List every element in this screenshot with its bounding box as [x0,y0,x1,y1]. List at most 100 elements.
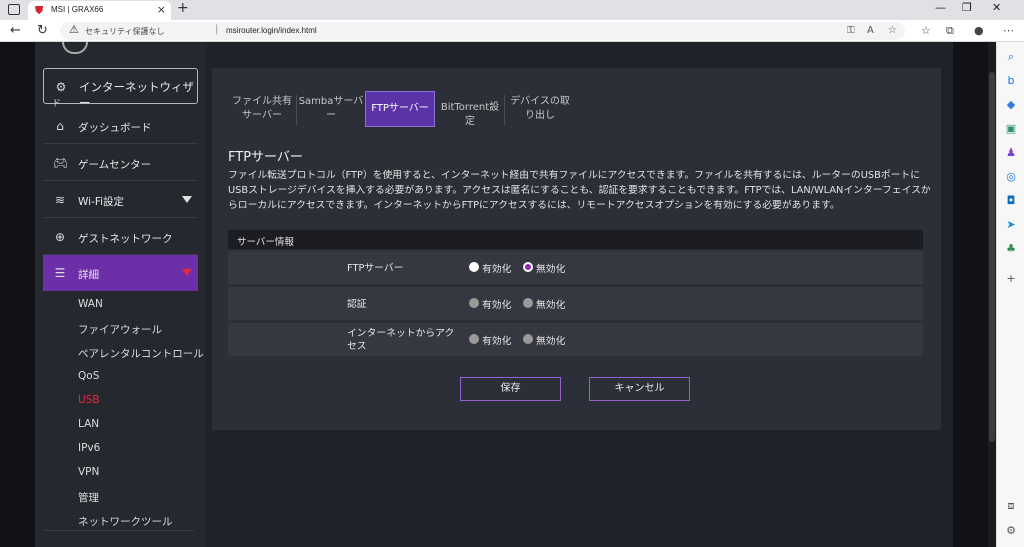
tab-label-line1: BitTorrent設定 [440,102,500,127]
sidebar-item-game-center[interactable]: 🎮︎ ゲームセンター [43,145,198,181]
address-bar[interactable]: ⚠ セキュリティ保護なし | msirouter.login/index.htm… [60,22,905,40]
tools-icon[interactable]: ▣ [1005,123,1017,135]
office-icon[interactable]: ◎ [1005,171,1017,183]
sidebar-toggle-icon[interactable]: ⧈ [1005,500,1017,512]
send-icon[interactable]: ➤ [1005,219,1017,231]
tab-samba-server[interactable]: Sambaサーバ ー [298,91,364,127]
chevron-down-icon[interactable] [182,269,192,276]
add-icon[interactable]: + [1005,273,1017,285]
setting-row-authentication: 認証 有効化 無効化 [228,287,923,320]
radio-enable[interactable] [469,334,479,344]
new-tab-icon[interactable]: + [177,0,189,16]
tab-label-line1: ファイル共有 [232,96,292,107]
radio-enable[interactable] [469,262,479,272]
chevron-down-icon[interactable] [182,196,192,203]
sub-item-vpn[interactable]: VPN [78,466,99,478]
sidebar-item-guest-network[interactable]: ⊕ ゲストネットワーク [43,219,198,255]
sidebar-item-wifi[interactable]: ≋ Wi-Fi設定 [43,182,198,218]
radio-disable-label[interactable]: 無効化 [536,261,565,275]
home-icon: ⌂ [56,119,64,133]
favorites-icon[interactable]: ☆ [921,24,931,37]
sub-item-firewall[interactable]: ファイアウォール [78,322,162,337]
tab-label-line2: サーバー [242,110,282,121]
tab-title: MSI | GRAX66 [51,5,104,14]
tab-file-sharing-server[interactable]: ファイル共有 サーバー [229,91,295,127]
games-icon[interactable]: ♟ [1005,147,1017,159]
more-menu-icon[interactable]: ⋯ [1003,24,1014,37]
sidebar-item-label: ダッシュボード [78,122,152,134]
sub-item-ipv6[interactable]: IPv6 [78,442,100,454]
sidebar-item-dashboard[interactable]: ⌂ ダッシュボード [43,108,198,144]
setting-row-internet-access: インターネットからアク セス 有効化 無効化 [228,323,923,356]
browser-tab[interactable]: ⛊ MSI | GRAX66 × [28,1,171,20]
cancel-button[interactable]: キャンセル [589,377,690,401]
tab-label-line1: FTPサーバー [371,103,429,114]
tab-label-line1: Sambaサーバ [298,96,364,107]
minimize-icon[interactable]: — [935,1,946,14]
setting-label-line2: セス [347,341,367,352]
key-icon[interactable]: ⚿ [847,25,855,36]
radio-enable[interactable] [469,298,479,308]
radio-enable-label[interactable]: 有効化 [482,261,511,275]
back-icon[interactable]: ← [10,23,21,38]
radio-disable-label[interactable]: 無効化 [536,333,565,347]
section-header: サーバー情報 [228,230,923,249]
sub-item-usb[interactable]: USB [78,394,100,406]
page-title: FTPサーバー [228,150,303,165]
sidebar-item-label: ゲームセンター [78,159,152,171]
tree-icon[interactable]: ♣ [1005,243,1017,255]
close-tab-icon[interactable]: × [157,3,166,16]
collections-icon[interactable]: ⧉ [946,24,954,38]
close-window-icon[interactable]: ✕ [992,1,1001,14]
tab-ftp-server[interactable]: FTPサーバー [365,91,435,127]
url-text[interactable]: msirouter.login/index.html [226,26,317,35]
security-label[interactable]: セキュリティ保護なし [85,26,165,37]
sidebar-item-label: ゲストネットワーク [78,233,173,245]
search-icon[interactable]: ⌕ [1005,51,1017,63]
sub-item-network-tools[interactable]: ネットワークツール [78,514,173,529]
sidebar-item-advanced[interactable]: ☰ 詳細 [43,255,198,291]
wifi-icon: ≋ [54,193,66,207]
save-button[interactable]: 保存 [460,377,561,401]
address-toolbar: ← ↻ ⚠ セキュリティ保護なし | msirouter.login/index… [0,20,1024,42]
maximize-icon[interactable]: ❐ [962,1,972,14]
outlook-icon[interactable]: ◘ [1005,195,1017,207]
radio-disable-label[interactable]: 無効化 [536,297,565,311]
bing-icon[interactable]: b [1005,75,1017,87]
sub-item-lan[interactable]: LAN [78,418,99,430]
radio-enable-label[interactable]: 有効化 [482,333,511,347]
globe-icon: ⊕ [54,230,66,244]
setting-label-line1: インターネットからアク [347,328,455,339]
radio-disable[interactable] [523,298,533,308]
sub-item-qos[interactable]: QoS [78,370,99,382]
sidebar-item-wizard[interactable]: ⚙ インターネットウィザー ド [43,68,198,110]
favorite-star-icon[interactable]: ☆ [888,25,897,36]
sub-item-wan[interactable]: WAN [78,298,103,310]
radio-enable-label[interactable]: 有効化 [482,297,511,311]
shopping-tag-icon[interactable]: ◆ [1005,99,1017,111]
browser-tab-strip: ⛊ MSI | GRAX66 × + — ❐ ✕ [0,0,1024,20]
sub-item-management[interactable]: 管理 [78,490,99,505]
refresh-icon[interactable]: ↻ [37,23,48,38]
tab-divider [296,95,297,125]
tab-label-line1: デバイスの取 [510,96,570,107]
edge-sidebar: ⌕ b ◆ ▣ ♟ ◎ ◘ ➤ ♣ + ⧈ ⚙ [996,42,1024,547]
radio-disable[interactable] [523,262,533,272]
settings-gear-icon[interactable]: ⚙ [1005,525,1017,537]
setting-label: FTPサーバー [347,263,404,274]
tab-divider [504,95,505,125]
sub-item-parental-control[interactable]: ペアレンタルコントロール [78,346,204,361]
profile-avatar-icon[interactable]: ● [974,24,984,37]
sliders-icon: ☰ [54,266,66,280]
read-aloud-icon[interactable]: A [867,25,874,36]
divider [43,530,194,531]
msi-shield-icon: ⛊ [35,4,44,17]
tab-bittorrent-settings[interactable]: BitTorrent設定 [437,91,503,127]
scrollbar-thumb[interactable] [989,72,995,442]
page-scrollbar[interactable] [988,42,996,547]
tab-eject-device[interactable]: デバイスの取 り出し [506,91,574,127]
warning-icon[interactable]: ⚠ [69,23,79,36]
tab-actions-icon[interactable] [8,4,20,15]
radio-disable[interactable] [523,334,533,344]
url-separator: | [215,24,219,35]
